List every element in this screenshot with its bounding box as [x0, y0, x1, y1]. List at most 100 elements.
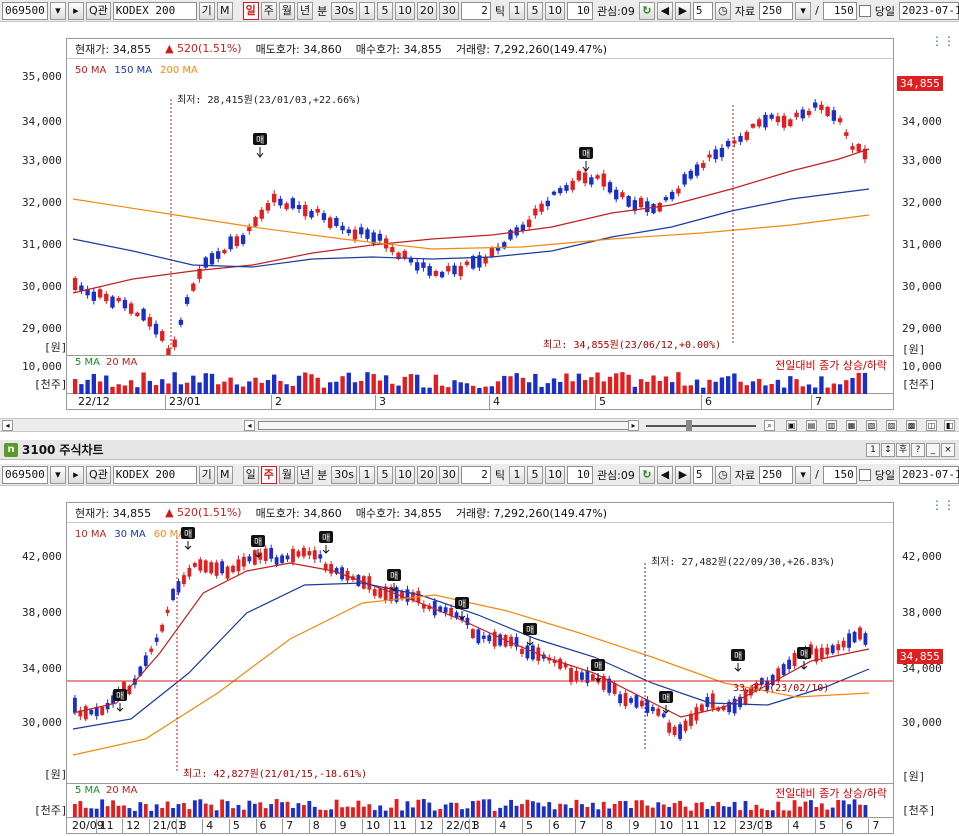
prev-arrow-icon[interactable]: ◀	[656, 1, 673, 20]
gi-button[interactable]: 기	[198, 465, 215, 484]
m-button[interactable]: M	[216, 465, 233, 484]
data-count-select[interactable]: 250	[759, 1, 794, 20]
weekly-volume-panel[interactable]: 5 MA 20 MA 전일대비 종가 상승/하락	[66, 784, 894, 818]
weekly-price-panel[interactable]: 현재가: 34,855 ▲ 520(1.51%) 매도호가: 34,860 매수…	[66, 502, 894, 784]
grid-menu-icon[interactable]: ⋮⋮	[931, 498, 955, 512]
period-week-tab[interactable]: 주	[260, 465, 277, 484]
period-30min-button[interactable]: 30	[438, 465, 459, 484]
period-month-tab[interactable]: 월	[278, 1, 295, 20]
candle	[800, 109, 805, 119]
tool3-icon[interactable]: ▥	[826, 420, 837, 431]
tick-count-input[interactable]: 2	[460, 465, 491, 484]
code-dropdown-button[interactable]: ▾	[49, 1, 66, 20]
tick-5-button[interactable]: 5	[526, 465, 543, 484]
tool1-icon[interactable]: ▣	[786, 420, 797, 431]
tool8-icon[interactable]: ◫	[926, 420, 937, 431]
grid-menu-icon[interactable]: ⋮⋮	[931, 34, 955, 48]
period-30s-button[interactable]: 30s	[331, 1, 357, 20]
scroll-left-icon[interactable]: ◂	[2, 420, 13, 431]
window-btn-link[interactable]: ↕	[881, 443, 895, 457]
daily-price-panel[interactable]: 현재가: 34,855 ▲ 520(1.51%) 매도호가: 34,860 매수…	[66, 38, 894, 356]
tool2-icon[interactable]: ▤	[806, 420, 817, 431]
stock-code-input[interactable]: 069500	[2, 1, 48, 20]
tool5-icon[interactable]: ▧	[866, 420, 877, 431]
clock-icon[interactable]: ◷	[714, 465, 731, 484]
period-month-tab[interactable]: 월	[278, 465, 295, 484]
period-year-tab[interactable]: 년	[297, 465, 314, 484]
step-input[interactable]: 5	[692, 1, 713, 20]
tick-custom-input[interactable]: 10	[566, 465, 593, 484]
data-count-dropdown-icon[interactable]: ▾	[795, 465, 812, 484]
date-input[interactable]: 2023-07-1	[898, 1, 959, 20]
period-10min-button[interactable]: 10	[394, 1, 415, 20]
clock-icon[interactable]: ◷	[714, 1, 731, 20]
tick-custom-input[interactable]: 10	[566, 1, 593, 20]
minimize-button[interactable]: _	[926, 443, 940, 457]
prev-arrow-icon[interactable]: ◀	[656, 465, 673, 484]
period-day-tab[interactable]: 일	[242, 465, 259, 484]
search-button[interactable]: Q관	[85, 1, 111, 20]
tick-label: 틱	[494, 468, 505, 482]
period-20min-button[interactable]: 20	[416, 465, 437, 484]
data-count-dropdown-icon[interactable]: ▾	[795, 1, 812, 20]
tick-5-button[interactable]: 5	[526, 1, 543, 20]
same-day-checkbox[interactable]	[858, 468, 871, 481]
volume-bar	[269, 804, 274, 817]
chart-scrollbar[interactable]: ◂ ◂ ▸ ⌕ ▣ ▤ ▥ ▦ ▧ ▨ ▩ ◫ ◧	[0, 418, 959, 432]
code-dropdown-button[interactable]: ▾	[49, 465, 66, 484]
m-button[interactable]: M	[216, 1, 233, 20]
stock-name-field[interactable]: KODEX 200	[112, 465, 197, 484]
period-30min-button[interactable]: 30	[438, 1, 459, 20]
volume-bar	[738, 810, 742, 817]
period-week-tab[interactable]: 주	[260, 1, 277, 20]
zoom-knob[interactable]	[686, 420, 692, 431]
volume-bar	[626, 374, 631, 394]
tool9-icon[interactable]: ◧	[944, 420, 955, 431]
period-1min-button[interactable]: 1	[358, 465, 375, 484]
next-arrow-icon[interactable]: ▶	[674, 465, 691, 484]
same-day-checkbox[interactable]	[858, 4, 871, 17]
help-button[interactable]: ?	[911, 443, 925, 457]
refresh-icon[interactable]: ↻	[638, 1, 655, 20]
period-10min-button[interactable]: 10	[394, 465, 415, 484]
date-input[interactable]: 2023-07-1	[898, 465, 959, 484]
daily-volume-panel[interactable]: 5 MA 20 MA 전일대비 종가 상승/하락	[66, 356, 894, 394]
total-count-input[interactable]: 150	[822, 465, 857, 484]
next-button[interactable]: ▸	[67, 465, 84, 484]
scroll-left-end-icon[interactable]: ◂	[244, 420, 255, 431]
scroll-track[interactable]	[258, 421, 638, 430]
zoom-track[interactable]	[646, 425, 756, 427]
period-20min-button[interactable]: 20	[416, 1, 437, 20]
step-input[interactable]: 5	[692, 465, 713, 484]
period-1min-button[interactable]: 1	[358, 1, 375, 20]
period-year-tab[interactable]: 년	[297, 1, 314, 20]
data-count-select[interactable]: 250	[759, 465, 794, 484]
close-button[interactable]: ×	[941, 443, 955, 457]
tick-10-button[interactable]: 10	[544, 465, 565, 484]
tick-1-button[interactable]: 1	[508, 1, 525, 20]
stock-code-input[interactable]: 069500	[2, 465, 48, 484]
search-button[interactable]: Q관	[85, 465, 111, 484]
zoom-icon[interactable]: ⌕	[764, 420, 775, 431]
tick-1-button[interactable]: 1	[508, 465, 525, 484]
volume-bar	[247, 800, 252, 817]
period-5min-button[interactable]: 5	[376, 1, 393, 20]
scroll-right-end-icon[interactable]: ▸	[628, 420, 639, 431]
total-count-input[interactable]: 150	[822, 1, 857, 20]
tool6-icon[interactable]: ▨	[886, 420, 897, 431]
next-arrow-icon[interactable]: ▶	[674, 1, 691, 20]
period-30s-button[interactable]: 30s	[331, 465, 357, 484]
stock-name-field[interactable]: KODEX 200	[112, 1, 197, 20]
buy-signal-label: 매	[322, 533, 330, 544]
window-btn-rear[interactable]: 후	[896, 443, 910, 457]
tool4-icon[interactable]: ▦	[846, 420, 857, 431]
tool7-icon[interactable]: ▩	[906, 420, 917, 431]
next-button[interactable]: ▸	[67, 1, 84, 20]
period-5min-button[interactable]: 5	[376, 465, 393, 484]
tick-10-button[interactable]: 10	[544, 1, 565, 20]
window-btn-1[interactable]: 1	[866, 443, 880, 457]
tick-count-input[interactable]: 2	[460, 1, 491, 20]
refresh-icon[interactable]: ↻	[638, 465, 655, 484]
gi-button[interactable]: 기	[198, 1, 215, 20]
period-day-tab[interactable]: 일	[242, 1, 259, 20]
